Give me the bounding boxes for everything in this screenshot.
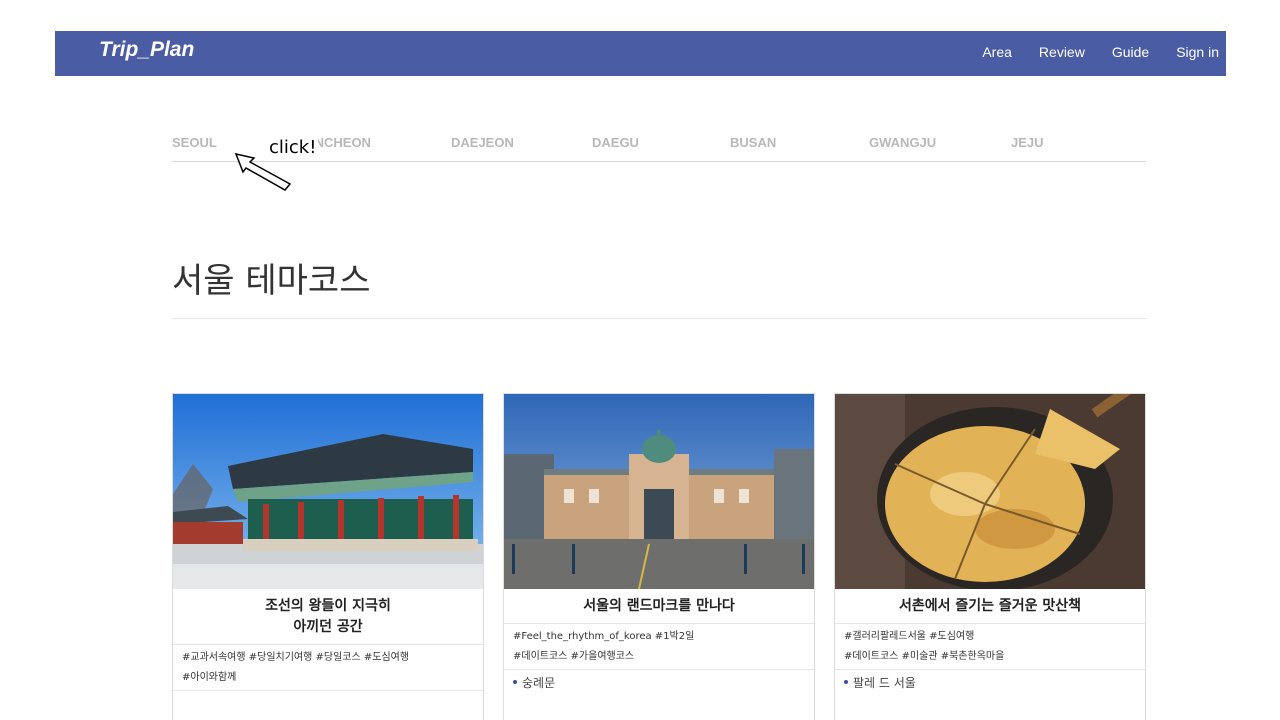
card-title[interactable]: 조선의 왕들이 지극히 아끼던 공간 (173, 589, 483, 645)
nav-link-sign-in[interactable]: Sign in (1176, 44, 1219, 60)
tab-gwangju[interactable]: GWANGJU (869, 135, 936, 150)
nav-links: Area Review Guide Sign in (955, 44, 1219, 60)
place-list-item[interactable]: 팔레 드 서울 (835, 670, 1145, 691)
tab-incheon[interactable]: INCHEON (311, 135, 371, 150)
tag-line: #데이트코스 #미술관 #북촌한옥마을 (844, 651, 1005, 662)
pancake-photo (835, 394, 1145, 589)
nav-link-guide[interactable]: Guide (1112, 44, 1149, 60)
card-title[interactable]: 서울의 랜드마크를 만나다 (504, 589, 814, 624)
page: Trip_Plan Area Review Guide Sign in SEOU… (0, 0, 1280, 720)
tab-jeju[interactable]: JEJU (1011, 135, 1044, 150)
course-card[interactable]: 조선의 왕들이 지극히 아끼던 공간 #교과서속여행 #당일치기여행 #당일코스… (172, 393, 484, 720)
card-title-line: 조선의 왕들이 지극히 (265, 598, 391, 614)
tag-line: #아이와함께 (182, 672, 237, 683)
tag-line: #교과서속여행 #당일치기여행 #당일코스 #도심여행 (182, 652, 410, 663)
card-tags: #갤러리팔레드서울 #도심여행 #데이트코스 #미술관 #북촌한옥마을 (835, 624, 1145, 670)
place-list-item[interactable]: 숭례문 (504, 670, 814, 691)
brand-logo[interactable]: Trip_Plan (99, 38, 194, 62)
tag-line: #데이트코스 #가을여행코스 (513, 651, 635, 662)
top-navbar: Trip_Plan Area Review Guide Sign in (55, 31, 1226, 76)
palace-photo (173, 394, 483, 589)
card-tags: #Feel_the_rhythm_of_korea #1박2일 #데이트코스 #… (504, 624, 814, 670)
seoul-station-photo (504, 394, 814, 589)
course-card[interactable]: 서촌에서 즐기는 즐거운 맛산책 #갤러리팔레드서울 #도심여행 #데이트코스 … (834, 393, 1146, 720)
tab-daegu[interactable]: DAEGU (592, 135, 639, 150)
page-title: 서울 테마코스 (172, 261, 371, 301)
tab-seoul[interactable]: SEOUL (172, 135, 217, 150)
tab-busan[interactable]: BUSAN (730, 135, 776, 150)
nav-link-review[interactable]: Review (1039, 44, 1085, 60)
card-title[interactable]: 서촌에서 즐기는 즐거운 맛산책 (835, 589, 1145, 624)
tag-line: #갤러리팔레드서울 #도심여행 (844, 631, 975, 642)
card-title-line: 서울의 랜드마크를 만나다 (583, 598, 735, 614)
tab-daejeon[interactable]: DAEJEON (451, 135, 514, 150)
course-card[interactable]: 서울의 랜드마크를 만나다 #Feel_the_rhythm_of_korea … (503, 393, 815, 720)
card-title-line: 아끼던 공간 (293, 619, 363, 635)
title-divider (172, 318, 1146, 319)
card-tags: #교과서속여행 #당일치기여행 #당일코스 #도심여행 #아이와함께 (173, 645, 483, 691)
nav-link-area[interactable]: Area (982, 44, 1012, 60)
pointer-arrow-icon (234, 152, 292, 191)
card-title-line: 서촌에서 즐기는 즐거운 맛산책 (898, 598, 1082, 614)
tag-line: #Feel_the_rhythm_of_korea #1박2일 (513, 631, 695, 642)
